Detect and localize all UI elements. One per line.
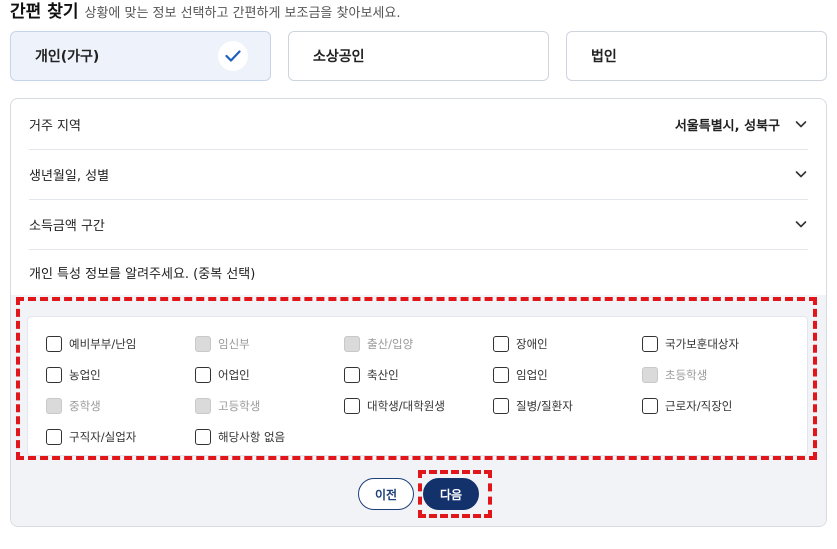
residence-value: 서울특별시, 성북구: [674, 118, 780, 134]
income-row[interactable]: 소득금액 구간: [29, 199, 808, 250]
highlight-traits-box: [16, 297, 817, 460]
highlight-next-button: [418, 470, 492, 518]
traits-title: 개인 특성 정보를 알려주세요. (중복 선택): [29, 267, 256, 282]
chevron-down-icon: [794, 217, 808, 231]
income-label: 소득금액 구간: [29, 218, 105, 234]
prev-button[interactable]: 이전: [358, 478, 414, 510]
birth-gender-row[interactable]: 생년월일, 성별: [29, 149, 808, 200]
residence-label: 거주 지역: [29, 118, 81, 134]
tab-corporation-label: 법인: [591, 49, 617, 65]
tab-individual-label: 개인(가구): [35, 49, 100, 65]
tab-individual[interactable]: 개인(가구): [10, 31, 271, 81]
birth-gender-label: 생년월일, 성별: [29, 168, 110, 184]
tab-small-business-label: 소상공인: [313, 49, 365, 65]
applicant-type-tabs: 개인(가구) 소상공인 법인: [10, 31, 827, 81]
page-title: 간편 찾기: [10, 2, 79, 22]
check-icon: [218, 41, 248, 71]
tab-corporation[interactable]: 법인: [566, 31, 827, 81]
tab-small-business[interactable]: 소상공인: [288, 31, 549, 81]
chevron-down-icon: [794, 117, 808, 131]
residence-row[interactable]: 거주 지역 서울특별시, 성북구: [29, 99, 808, 150]
chevron-down-icon: [794, 167, 808, 181]
page-subtitle: 상황에 맞는 정보 선택하고 간편하게 보조금을 찾아보세요.: [84, 6, 401, 21]
page-header: 간편 찾기 상황에 맞는 정보 선택하고 간편하게 보조금을 찾아보세요.: [10, 0, 400, 22]
